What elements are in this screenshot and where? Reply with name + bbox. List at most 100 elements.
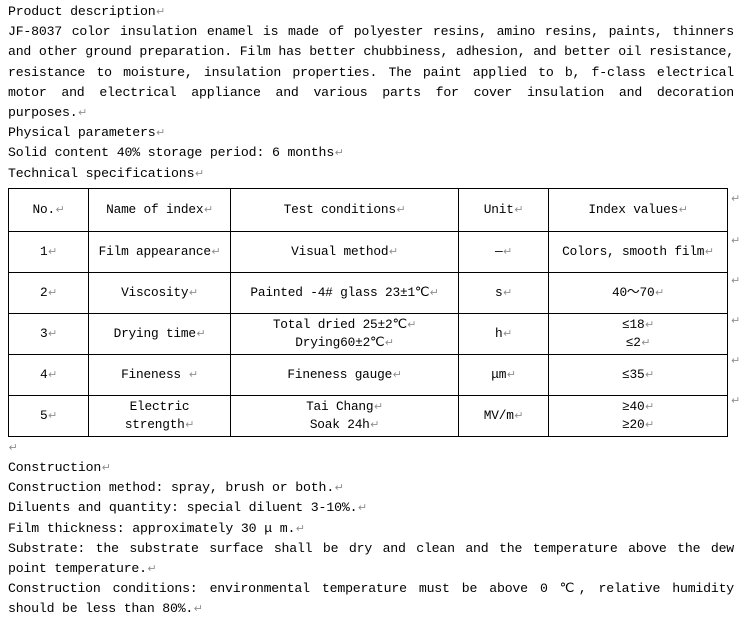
construction-heading-text: Construction (8, 460, 102, 476)
pilcrow-mark: ↵ (644, 400, 654, 413)
pilcrow-mark: ↵ (101, 462, 111, 475)
cell-unit-text: μm (491, 366, 507, 382)
physical-parameters-heading: Physical parameters↵ (0, 123, 746, 143)
intro-section: Product description↵ JF-8037 color insul… (0, 0, 746, 184)
substrate-text: Substrate: the substrate surface shall b… (8, 540, 734, 577)
cell-conditions-stack: Total dried 25±2℃↵ Drying60±2℃↵ (233, 316, 456, 352)
cell-values-line: ≥40↵ (551, 398, 725, 416)
solid-content-line-text: Solid content 40% storage period: 6 mont… (8, 145, 335, 161)
pilcrow-mark: ↵ (644, 318, 654, 331)
cell-values-text: ≥20 (622, 416, 645, 432)
cell-values-text: ≥40 (622, 398, 645, 414)
pilcrow-mark: ↵ (514, 203, 524, 216)
cell-unit: —↵ (458, 230, 549, 273)
cell-conditions-line: Soak 24h↵ (233, 416, 456, 434)
pilcrow-mark: ↵ (156, 6, 166, 18)
cell-index-values: ≤18↵ ≤2↵ (548, 312, 728, 355)
pilcrow-mark: ↵ (731, 274, 741, 287)
pilcrow-mark: ↵ (392, 368, 402, 381)
construction-heading: Construction↵ (0, 458, 746, 478)
header-cell-index-values: Index values↵ (548, 187, 728, 232)
pilcrow-mark: ↵ (731, 314, 741, 327)
cell-values-line: ≤2↵ (551, 334, 725, 352)
header-index-values-text: Index values (588, 201, 679, 217)
pilcrow-mark: ↵ (188, 368, 198, 381)
cell-index-values: 40～70↵ (548, 271, 728, 314)
pilcrow-mark: ↵ (211, 245, 221, 258)
cell-index-values: Colors, smooth film↵ (548, 230, 728, 273)
cell-conditions-text: Tai Chang (306, 398, 374, 414)
cell-conditions-line: Drying60±2℃↵ (233, 334, 456, 352)
cell-values-stack: Colors, smooth film↵ (551, 243, 725, 261)
cell-values-line: 40～70↵ (551, 284, 725, 302)
pilcrow-mark: ↵ (47, 368, 57, 381)
pilcrow-mark: ↵ (429, 286, 439, 299)
cell-values-text: ≤35 (622, 366, 645, 382)
cell-conditions: Total dried 25±2℃↵ Drying60±2℃↵ (230, 312, 459, 355)
pilcrow-mark: ↵ (678, 203, 688, 216)
cell-name: Drying time↵ (88, 312, 231, 355)
cell-unit: h↵ (458, 312, 549, 355)
pilcrow-mark: ↵ (502, 327, 512, 340)
specifications-table: No.↵ Name of index↵ Test conditions↵ Uni… (8, 187, 728, 437)
cell-values-stack: ≥40↵ ≥20 ↵ (551, 398, 725, 434)
document-page: Product description↵ JF-8037 color insul… (0, 0, 746, 616)
physical-parameters-heading-text: Physical parameters (8, 125, 156, 141)
cell-conditions-stack: Painted -4# glass 23±1℃↵ (233, 284, 456, 302)
product-description-paragraph-text: JF-8037 color insulation enamel is made … (8, 24, 734, 121)
pilcrow-mark: ↵ (506, 368, 516, 381)
film-thickness-line: Film thickness: approximately 30 μ m.↵ (0, 519, 746, 539)
product-description-paragraph: JF-8037 color insulation enamel is made … (0, 22, 746, 123)
cell-conditions: Tai Chang↵ Soak 24h↵ (230, 394, 459, 437)
cell-conditions-line: Visual method↵ (233, 243, 456, 261)
cell-name-line: Electric (91, 398, 228, 416)
construction-conditions-paragraph: Construction conditions: environmental t… (0, 579, 746, 619)
header-unit-text: Unit (483, 201, 514, 217)
pilcrow-mark: ↵ (203, 203, 213, 216)
cell-conditions-text: Visual method (291, 243, 389, 259)
pilcrow-mark: ↵ (77, 107, 87, 120)
pilcrow-mark: ↵ (731, 354, 741, 367)
table-row: 2↵ Viscosity ↵ Painted -4# glass 23±1℃↵ s… (8, 271, 728, 314)
table-row: 5↵ Electric strength↵ Tai Chang↵ Soak 24h↵… (8, 394, 728, 437)
pilcrow-mark: ↵ (731, 394, 741, 407)
header-cell-unit: Unit↵ (458, 187, 549, 232)
cell-unit: s↵ (458, 271, 549, 314)
pilcrow-mark: ↵ (185, 418, 195, 431)
cell-conditions: Painted -4# glass 23±1℃↵ (230, 271, 459, 314)
diluents-text: Diluents and quantity: special diluent 3… (8, 500, 358, 516)
cell-name-text: Viscosity (121, 284, 189, 300)
cell-conditions-stack: Tai Chang↵ Soak 24h↵ (233, 398, 456, 434)
cell-conditions-line: Tai Chang↵ (233, 398, 456, 416)
pilcrow-mark: ↵ (47, 286, 57, 299)
cell-name-text: Film appearance (98, 243, 211, 259)
pilcrow-mark: ↵ (514, 409, 524, 422)
cell-no: 4↵ (8, 353, 89, 396)
pilcrow-mark: ↵ (396, 203, 406, 216)
cell-name-text: Fineness (121, 366, 189, 382)
header-cell-no: No.↵ (8, 187, 89, 232)
cell-index-values: ≥40↵ ≥20 ↵ (548, 394, 728, 437)
cell-conditions-text: Fineness gauge (287, 366, 393, 382)
pilcrow-mark: ↵ (47, 327, 57, 340)
cell-name-stack: Electric strength↵ (91, 398, 228, 434)
cell-conditions-text: Soak 24h (309, 416, 370, 432)
cell-values-text: ≤18 (622, 316, 645, 332)
pilcrow-mark: ↵ (357, 502, 367, 515)
film-thickness-text: Film thickness: approximately 30 μ m. (8, 520, 296, 536)
cell-name: Film appearance↵ (88, 230, 231, 273)
cell-unit: MV/m↵ (458, 394, 549, 437)
cell-values-stack: ≤18↵ ≤2↵ (551, 316, 725, 352)
technical-specifications-heading: Technical specifications↵ (0, 164, 746, 184)
technical-specifications-heading-text: Technical specifications (8, 165, 195, 181)
cell-no: 2↵ (8, 271, 89, 314)
cell-conditions: Fineness gauge↵ (230, 353, 459, 396)
cell-conditions-line: Painted -4# glass 23±1℃↵ (233, 284, 456, 302)
table-row: 4↵ Fineness ↵ Fineness gauge↵ μm↵ ≤35↵ (8, 353, 728, 396)
cell-no: 5↵ (8, 394, 89, 437)
cell-name-text: Drying time (113, 325, 196, 341)
pilcrow-mark: ↵ (388, 245, 398, 258)
cell-index-values: ≤35↵ (548, 353, 728, 396)
cell-no: 1↵ (8, 230, 89, 273)
pilcrow-mark: ↵ (196, 327, 206, 340)
